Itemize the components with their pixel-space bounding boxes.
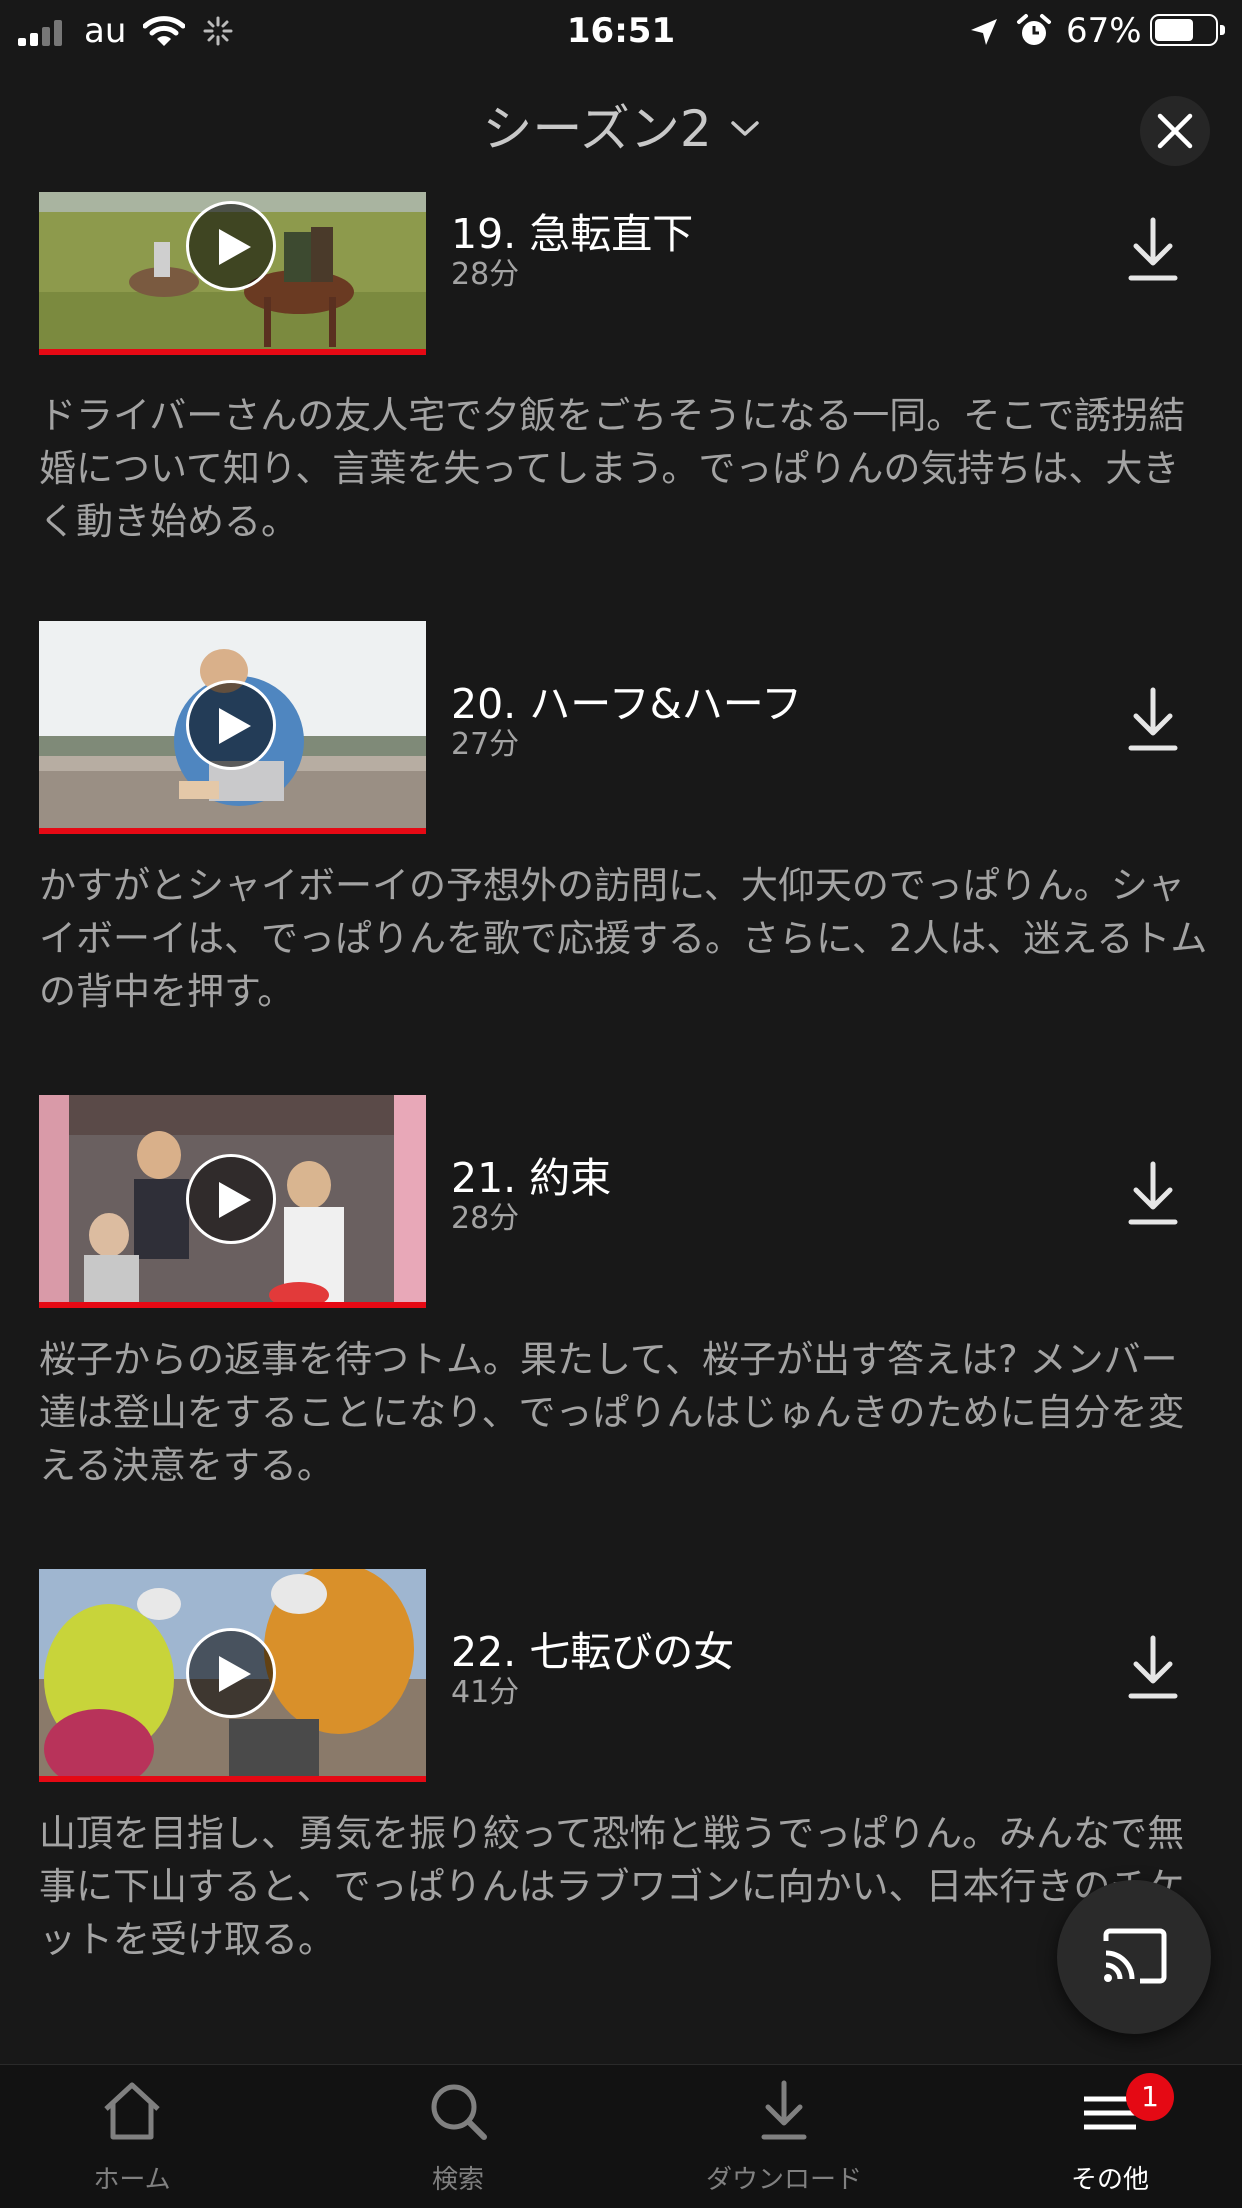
episode-synopsis: かすがとシャイボーイの予想外の訪問に、大仰天のでっぱりん。シャイボーイは、でっぱ… <box>39 864 1208 1013</box>
home-icon <box>104 2082 160 2140</box>
episode-duration: 41分 <box>451 1675 520 1710</box>
tab-home[interactable]: ホーム <box>32 2065 232 2208</box>
tab-bar: ホーム 検索 ダウンロード 1 その他 <box>0 2064 1242 2208</box>
clock: 16:51 <box>566 11 676 51</box>
season-selector[interactable]: シーズン2 <box>0 90 1242 160</box>
watched-progress-bar <box>39 1302 426 1308</box>
episode-synopsis: 山頂を目指し、勇気を振り絞って恐怖と戦うでっぱりん。みんなで無事に下山すると、で… <box>39 1812 1185 1961</box>
tab-downloads[interactable]: ダウンロード <box>684 2065 884 2208</box>
play-button[interactable] <box>186 680 276 770</box>
episode-duration: 28分 <box>451 257 520 292</box>
episode-title: 22. 七転びの女 <box>451 1628 735 1676</box>
episode-duration: 27分 <box>451 727 520 762</box>
tab-label: ホーム <box>93 2165 171 2195</box>
notification-badge: 1 <box>1126 2073 1174 2121</box>
download-icon[interactable] <box>1122 1632 1184 1704</box>
alarm-clock-icon <box>1017 14 1051 45</box>
season-header: シーズン2 <box>0 62 1242 192</box>
status-bar: au 16:51 67% <box>0 0 1242 62</box>
play-button[interactable] <box>186 1154 276 1244</box>
episode-thumbnail[interactable] <box>39 192 426 355</box>
tab-label: その他 <box>1070 2165 1149 2195</box>
episode-title: 21. 約束 <box>451 1154 612 1202</box>
download-icon[interactable] <box>1122 684 1184 756</box>
chevron-down-icon <box>730 121 759 136</box>
watched-progress-bar <box>39 1776 426 1782</box>
episode-thumbnail[interactable] <box>39 621 426 834</box>
tab-label: ダウンロード <box>705 2165 862 2195</box>
battery-icon <box>1150 14 1225 46</box>
play-button[interactable] <box>186 201 276 291</box>
season-title: シーズン2 <box>482 100 712 158</box>
watched-progress-bar <box>39 349 426 355</box>
close-icon <box>1157 113 1193 149</box>
battery-percent: 67% <box>1066 11 1142 51</box>
episode-list: 19. 急転直下 28分 ドライバーさんの友人宅で夕飯をごちそうになる一同。そこ… <box>0 192 1242 2064</box>
episode-synopsis: ドライバーさんの友人宅で夕飯をごちそうになる一同。そこで誘拐結婚について知り、言… <box>39 394 1186 543</box>
episode-thumbnail[interactable] <box>39 1095 426 1308</box>
cast-icon <box>1103 1928 1167 1984</box>
download-icon[interactable] <box>1122 1158 1184 1230</box>
episode-duration: 28分 <box>451 1201 520 1236</box>
play-icon <box>219 1182 251 1218</box>
download-icon[interactable] <box>1122 214 1184 286</box>
play-icon <box>219 708 251 744</box>
play-icon <box>219 229 251 265</box>
play-icon <box>219 1656 251 1692</box>
episode-title: 20. ハーフ&ハーフ <box>451 680 803 728</box>
tab-search[interactable]: 検索 <box>358 2065 558 2208</box>
location-arrow-icon <box>971 19 997 45</box>
tab-more[interactable]: 1 その他 <box>1010 2065 1210 2208</box>
close-button[interactable] <box>1140 96 1210 166</box>
episode-thumbnail[interactable] <box>39 1569 426 1782</box>
search-icon <box>431 2084 487 2140</box>
cast-button[interactable] <box>1057 1880 1211 2034</box>
tab-label: 検索 <box>431 2165 484 2195</box>
watched-progress-bar <box>39 828 426 834</box>
episode-title: 19. 急転直下 <box>451 210 694 258</box>
play-button[interactable] <box>186 1628 276 1718</box>
episode-synopsis: 桜子からの返事を待つトム。果たして、桜子が出す答えは? メンバー達は登山をするこ… <box>39 1338 1185 1487</box>
download-icon <box>761 2080 807 2140</box>
